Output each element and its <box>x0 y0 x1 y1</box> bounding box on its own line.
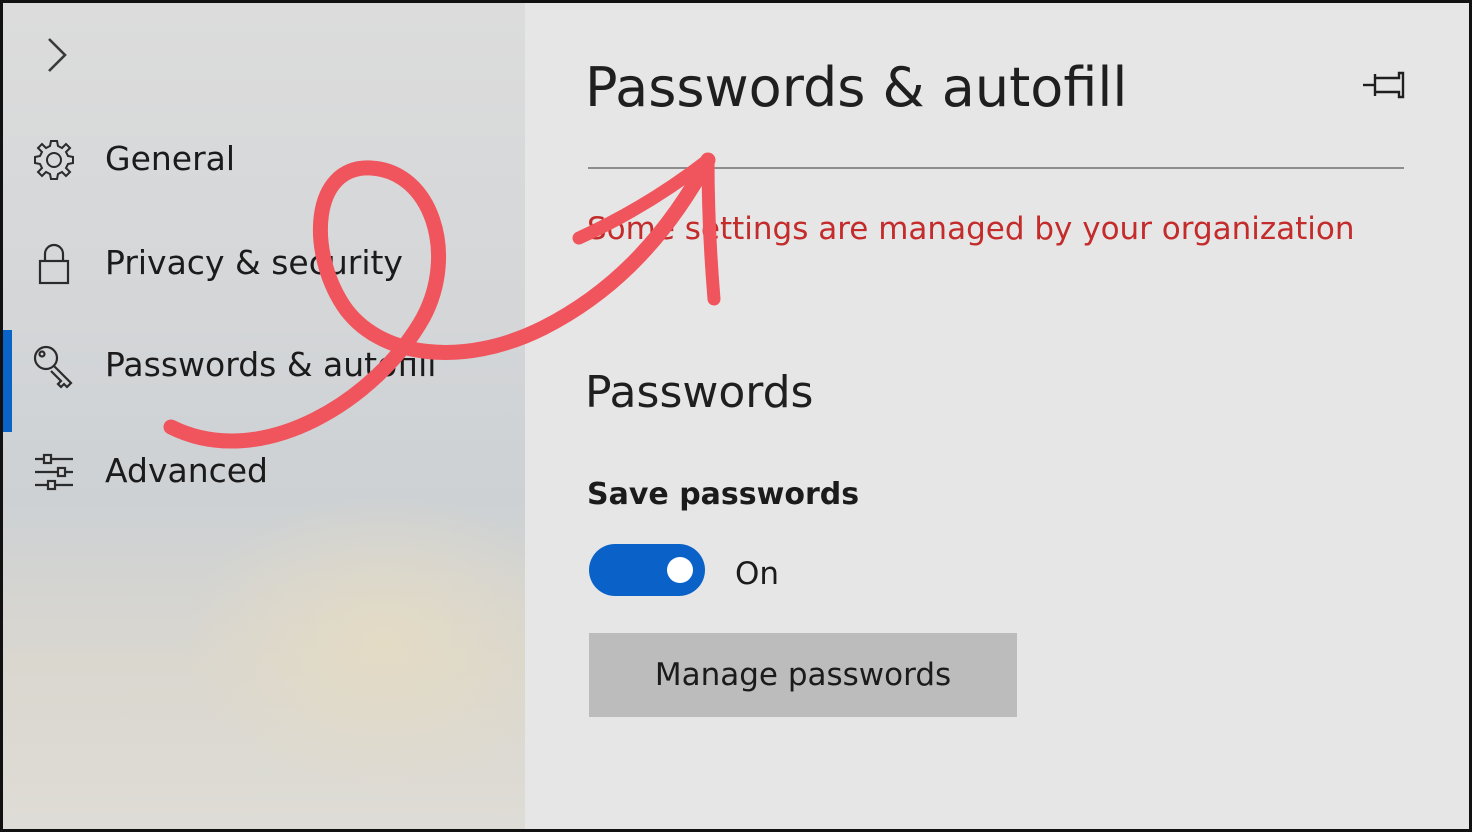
sidebar-item-label: Passwords & autofill <box>105 345 437 384</box>
save-passwords-toggle[interactable] <box>589 544 705 596</box>
chevron-right-icon[interactable] <box>39 35 73 75</box>
settings-sidebar: General Privacy & security Passwords & a <box>3 3 525 829</box>
sidebar-item-privacy-security[interactable]: Privacy & security <box>3 219 525 309</box>
sidebar-item-label: General <box>105 139 236 178</box>
passwords-section-heading: Passwords <box>585 367 814 418</box>
sidebar-item-passwords-autofill[interactable]: Passwords & autofill <box>3 321 525 432</box>
settings-content: Passwords & autofill Some settings are m… <box>525 3 1469 829</box>
pin-icon[interactable] <box>1361 65 1407 105</box>
settings-window: General Privacy & security Passwords & a <box>3 3 1469 829</box>
active-indicator <box>3 330 12 432</box>
gear-icon <box>34 140 74 180</box>
page-title: Passwords & autofill <box>585 56 1128 119</box>
toggle-knob <box>667 557 693 583</box>
managed-by-organization-notice[interactable]: Some settings are managed by your organi… <box>587 209 1355 249</box>
lock-icon <box>38 243 70 285</box>
sidebar-item-label: Privacy & security <box>105 243 403 282</box>
sidebar-item-advanced[interactable]: Advanced <box>3 427 525 517</box>
toggle-state-label: On <box>735 556 780 592</box>
sliders-icon <box>35 453 73 491</box>
header-divider <box>588 167 1404 169</box>
key-icon <box>33 345 73 389</box>
manage-passwords-button[interactable]: Manage passwords <box>589 633 1017 717</box>
sidebar-item-general[interactable]: General <box>3 115 525 205</box>
sidebar-item-label: Advanced <box>105 451 269 490</box>
save-passwords-label: Save passwords <box>587 477 860 512</box>
